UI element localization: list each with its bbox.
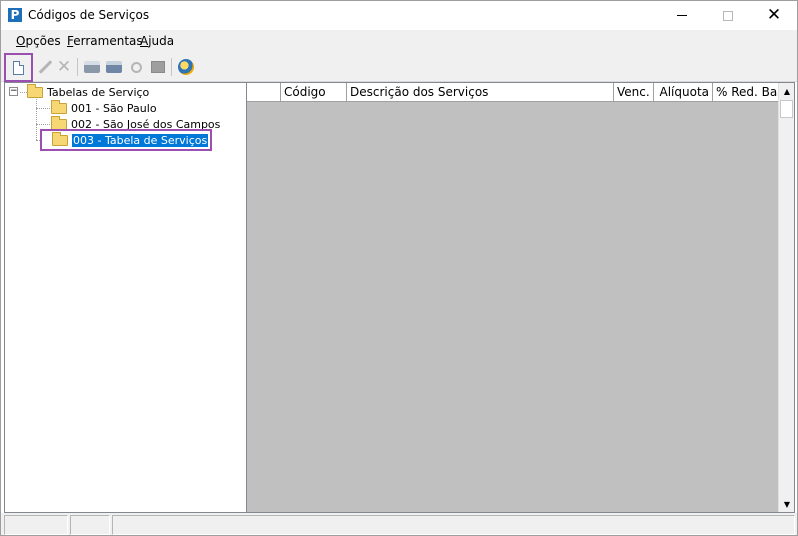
print-button[interactable] (81, 56, 103, 78)
search-button[interactable] (125, 56, 147, 78)
main-window: P Códigos de Serviços ✕ Opções Ferrament… (0, 0, 798, 536)
print-setup-icon (106, 61, 122, 73)
status-panel (70, 515, 110, 535)
grid-header: Código Descrição dos Serviços Venc. Alíq… (247, 83, 778, 102)
edit-pencil-icon (38, 60, 52, 74)
tree-item-label: 001 - São Paulo (71, 101, 157, 115)
web-update-icon (178, 59, 194, 75)
tree-connector (36, 99, 37, 140)
service-table-tree[interactable]: − Tabelas de Serviço 001 - São Paulo 002… (4, 82, 247, 513)
window-title: Códigos de Serviços (28, 8, 150, 22)
toolbar-separator (171, 58, 172, 76)
minimize-icon (677, 15, 687, 16)
column-red-base[interactable]: % Red. Base (713, 83, 778, 102)
new-button[interactable] (4, 53, 33, 82)
column-descricao[interactable]: Descrição dos Serviços (347, 83, 614, 102)
search-magnifier-icon (130, 61, 142, 73)
tree-item-001[interactable]: 001 - São Paulo (51, 99, 157, 116)
print-setup-button[interactable] (103, 56, 125, 78)
maximize-icon (723, 10, 733, 21)
menu-ferramentas[interactable]: Ferramentas (67, 34, 143, 48)
row-selector-header[interactable] (247, 83, 281, 102)
tree-root-label: Tabelas de Serviço (47, 85, 150, 99)
folder-open-icon (52, 131, 68, 146)
delete-button[interactable]: ✕ (53, 56, 75, 78)
new-document-icon (13, 60, 24, 75)
tree-item-label: 003 - Tabela de Serviços (72, 133, 209, 147)
menu-bar: Opções Ferramentas Ajuda (1, 30, 797, 52)
web-update-button[interactable] (175, 56, 197, 78)
maximize-button[interactable] (705, 1, 751, 30)
folder-icon (51, 99, 67, 114)
folder-icon (27, 83, 43, 98)
view-grid-icon (151, 61, 165, 73)
status-panel (112, 515, 795, 535)
column-aliquota[interactable]: Alíquota (654, 83, 713, 102)
scroll-down-icon[interactable]: ▼ (779, 496, 795, 512)
scroll-up-icon[interactable]: ▲ (779, 83, 795, 99)
menu-opcoes[interactable]: Opções (16, 34, 61, 48)
services-grid[interactable]: Código Descrição dos Serviços Venc. Alíq… (247, 82, 795, 513)
menu-ajuda[interactable]: Ajuda (140, 34, 174, 48)
collapse-icon[interactable]: − (9, 87, 18, 96)
tree-connector (36, 108, 50, 109)
tree-item-003-selected[interactable]: 003 - Tabela de Serviços (40, 129, 213, 151)
vertical-scrollbar[interactable]: ▲ ▼ (778, 83, 794, 512)
tree-connector (36, 124, 50, 125)
toolbar-separator (77, 58, 78, 76)
delete-x-icon: ✕ (56, 56, 72, 77)
close-button[interactable]: ✕ (751, 1, 797, 30)
status-bar (1, 513, 797, 535)
minimize-button[interactable] (659, 1, 705, 30)
tree-root[interactable]: Tabelas de Serviço (27, 83, 150, 100)
app-icon: P (8, 8, 22, 22)
column-venc[interactable]: Venc. (614, 83, 654, 102)
column-codigo[interactable]: Código (281, 83, 347, 102)
view-button[interactable] (147, 56, 169, 78)
close-icon: ✕ (766, 5, 782, 25)
scroll-thumb[interactable] (780, 100, 793, 118)
folder-icon (51, 115, 67, 130)
printer-icon (84, 61, 100, 73)
toolbar: ✕ (1, 52, 797, 82)
status-panel (4, 515, 68, 535)
tree-connector (20, 92, 27, 93)
title-bar: P Códigos de Serviços ✕ (1, 1, 797, 30)
